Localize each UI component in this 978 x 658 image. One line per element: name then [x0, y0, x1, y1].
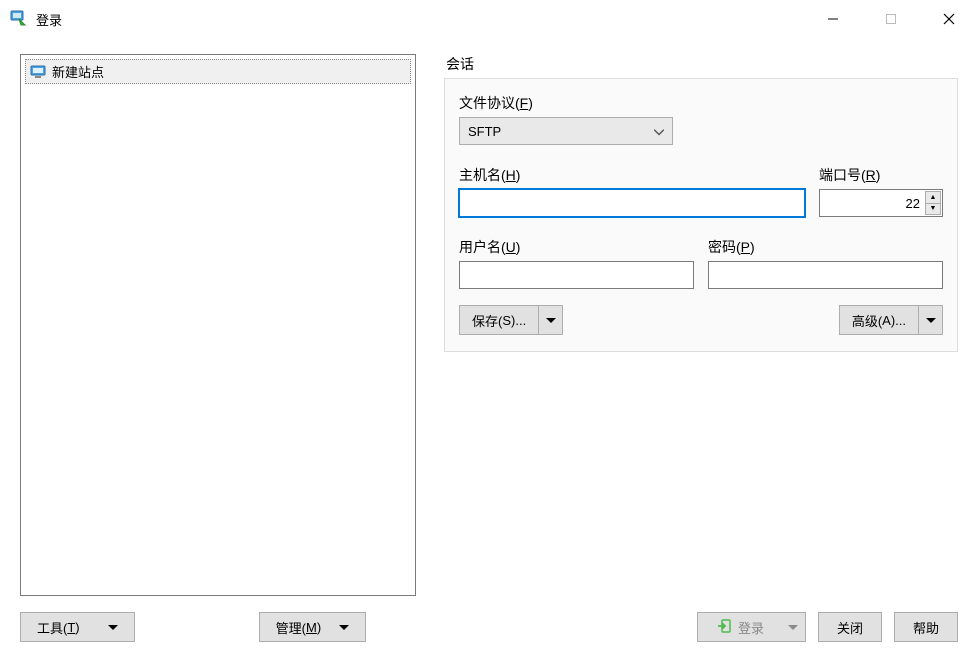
- maximize-button[interactable]: [862, 0, 920, 38]
- port-spinner[interactable]: ▲ ▼: [925, 191, 941, 215]
- port-label: 端口号(R): [819, 165, 943, 185]
- port-step-down[interactable]: ▼: [926, 203, 940, 215]
- login-button-label: 登录: [738, 618, 764, 637]
- tools-button-main[interactable]: 工具(T): [20, 612, 135, 642]
- login-button-dropdown[interactable]: [782, 612, 806, 642]
- window-controls: [804, 0, 978, 38]
- manage-button[interactable]: 管理(M): [259, 612, 367, 642]
- save-button-main[interactable]: 保存(S)...: [459, 305, 539, 335]
- caret-down-icon: [546, 318, 556, 323]
- save-button-dropdown[interactable]: [539, 305, 563, 335]
- monitor-icon: [30, 64, 46, 80]
- minimize-button[interactable]: [804, 0, 862, 38]
- caret-down-icon: [788, 625, 798, 630]
- protocol-value: SFTP: [468, 124, 501, 139]
- login-button-main[interactable]: 登录: [697, 612, 782, 642]
- sites-panel: 新建站点: [20, 54, 416, 596]
- advanced-button[interactable]: 高级(A)...: [839, 305, 943, 335]
- bottom-bar: 工具(T) 管理(M) 登录 关闭 帮助: [0, 608, 978, 646]
- session-box: 文件协议(F) SFTP 主机名(H) 端口号(R): [444, 78, 958, 352]
- host-label: 主机名(H): [459, 165, 805, 185]
- protocol-label: 文件协议(F): [459, 93, 943, 113]
- titlebar: 登录: [0, 0, 978, 38]
- session-panel: 会话 文件协议(F) SFTP 主机名(H): [444, 54, 958, 596]
- caret-down-icon: [926, 318, 936, 323]
- chevron-down-icon: [654, 124, 664, 139]
- app-icon: [10, 10, 28, 28]
- site-item[interactable]: 新建站点: [25, 59, 411, 84]
- close-dialog-button[interactable]: 关闭: [818, 612, 882, 642]
- login-button[interactable]: 登录: [697, 612, 806, 642]
- password-label: 密码(P): [708, 237, 943, 257]
- site-item-label: 新建站点: [52, 62, 104, 81]
- manage-button-main[interactable]: 管理(M): [259, 612, 367, 642]
- tools-button[interactable]: 工具(T): [20, 612, 135, 642]
- advanced-button-dropdown[interactable]: [919, 305, 943, 335]
- host-input[interactable]: [459, 189, 805, 217]
- save-button[interactable]: 保存(S)...: [459, 305, 563, 335]
- username-label: 用户名(U): [459, 237, 694, 257]
- advanced-button-main[interactable]: 高级(A)...: [839, 305, 919, 335]
- caret-down-icon: [339, 625, 349, 630]
- port-step-up[interactable]: ▲: [926, 192, 940, 203]
- sites-list[interactable]: 新建站点: [20, 54, 416, 596]
- close-button-label: 关闭: [837, 618, 863, 637]
- protocol-select[interactable]: SFTP: [459, 117, 673, 145]
- caret-down-icon: [108, 625, 118, 630]
- close-button[interactable]: [920, 0, 978, 38]
- help-button-label: 帮助: [913, 618, 939, 637]
- session-group-label: 会话: [444, 54, 958, 74]
- window-title: 登录: [36, 10, 62, 29]
- username-input[interactable]: [459, 261, 694, 289]
- help-button[interactable]: 帮助: [894, 612, 958, 642]
- login-icon: [716, 618, 732, 637]
- password-input[interactable]: [708, 261, 943, 289]
